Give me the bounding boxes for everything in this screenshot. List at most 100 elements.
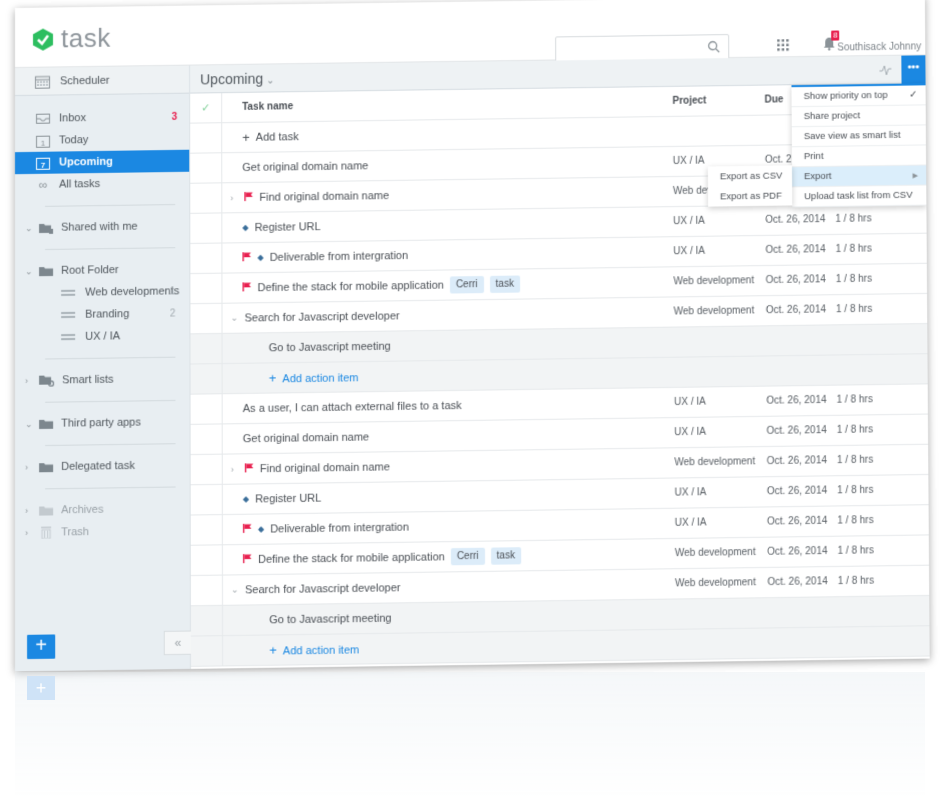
task-name[interactable]: Register URL — [255, 492, 321, 505]
column-task-name[interactable]: Task name — [222, 96, 672, 113]
task-project: Web development — [673, 305, 755, 318]
sidebar-group-delegated[interactable]: › Delegated task — [15, 454, 190, 479]
menu-item-save-smart-list[interactable]: Save view as smart list — [791, 125, 926, 148]
task-name[interactable]: Search for Javascript developer — [245, 310, 400, 324]
menu-item-export-pdf[interactable]: Export as PDF — [708, 185, 792, 206]
view-selector[interactable]: Upcoming ⌄ — [200, 70, 274, 87]
sidebar-group-shared[interactable]: ⌄ Shared with me — [15, 215, 189, 240]
chevron-right-icon[interactable]: › — [230, 193, 238, 203]
task-name[interactable]: Deliverable from intergration — [270, 521, 409, 535]
task-checkbox[interactable] — [190, 515, 223, 545]
task-name[interactable]: Find original domain name — [260, 461, 390, 475]
calendar-7-icon: 7 — [35, 156, 51, 169]
task-name[interactable]: Search for Javascript developer — [245, 582, 400, 596]
more-options-button[interactable]: ••• — [901, 55, 926, 84]
diamond-icon: ◆ — [242, 223, 249, 233]
task-name[interactable]: Define the stack for mobile application — [258, 551, 445, 566]
add-task-label: Add task — [255, 130, 299, 144]
chevron-down-icon[interactable]: ⌄ — [231, 313, 239, 324]
task-checkbox — [190, 636, 224, 666]
archive-folder-icon — [39, 505, 54, 516]
task-name-cell: › Find original domain name — [222, 186, 673, 204]
task-name[interactable]: As a user, I can attach external files t… — [243, 399, 462, 414]
chevron-right-icon[interactable]: › — [231, 464, 239, 474]
add-button[interactable]: + — [27, 634, 56, 660]
task-checkbox[interactable] — [190, 454, 223, 485]
task-due-date: Oct. 26, 2014 — [766, 425, 827, 437]
sidebar-group-smart-lists[interactable]: › Smart lists — [15, 368, 190, 393]
sidebar-item-today[interactable]: 1 Today — [15, 128, 189, 152]
sidebar-scheduler[interactable]: Scheduler — [15, 65, 190, 97]
task-checkbox[interactable] — [190, 575, 223, 606]
activity-icon[interactable] — [879, 64, 891, 76]
logo[interactable]: task — [31, 23, 111, 55]
menu-item-label: Export as PDF — [720, 190, 782, 202]
task-checkbox — [190, 333, 223, 364]
task-checkbox[interactable] — [190, 424, 223, 455]
sidebar-item-all-tasks[interactable]: ∞ All tasks — [15, 172, 189, 196]
check-all-icon[interactable]: ✓ — [190, 93, 223, 123]
task-due-date: Oct. 26, 2014 — [765, 304, 827, 317]
tag-badge[interactable]: Cerri — [449, 275, 484, 294]
task-name-cell: Define the stack for mobile application C… — [223, 545, 675, 568]
collapse-sidebar-button[interactable]: « — [163, 630, 192, 656]
task-name[interactable]: Register URL — [255, 221, 321, 234]
sidebar-project-branding[interactable]: Branding 2 — [15, 302, 189, 327]
task-checkbox[interactable] — [190, 394, 223, 424]
add-action-item-link[interactable]: + Add action item — [269, 369, 359, 385]
menu-item-upload-csv[interactable]: Upload task list from CSV — [792, 185, 927, 208]
task-project: UX / IA — [674, 487, 707, 499]
divider — [45, 204, 176, 207]
sidebar-group-root-folder[interactable]: ⌄ Root Folder — [15, 258, 189, 283]
sidebar-item-upcoming[interactable]: 7 Upcoming — [15, 149, 190, 175]
task-checkbox[interactable] — [190, 303, 223, 334]
task-checkbox — [190, 364, 223, 394]
tag-badge[interactable]: task — [490, 547, 522, 565]
task-name[interactable]: Define the stack for mobile application — [258, 279, 444, 294]
task-checkbox[interactable] — [190, 213, 223, 243]
sidebar-project-web-developments[interactable]: Web developments 1 — [15, 280, 189, 305]
task-checkbox[interactable] — [190, 153, 223, 183]
column-project[interactable]: Project — [672, 95, 764, 106]
task-checkbox[interactable] — [190, 243, 223, 274]
task-checkbox[interactable] — [190, 273, 223, 304]
menu-item-label: Save view as smart list — [803, 129, 901, 143]
apps-grid-icon[interactable] — [777, 39, 789, 51]
task-name[interactable]: Deliverable from intergration — [270, 249, 408, 263]
sidebar-project-ux-ia[interactable]: UX / IA — [15, 324, 189, 349]
project-label: Branding — [85, 308, 130, 321]
task-due-date: Oct. 26, 2014 — [766, 455, 827, 468]
sidebar-group-third-party[interactable]: ⌄ Third party apps — [15, 411, 190, 436]
flag-icon — [241, 281, 251, 294]
task-name-cell: ⌄ Search for Javascript developer — [223, 578, 675, 596]
sidebar-group-trash[interactable]: › Trash — [15, 520, 190, 545]
task-name[interactable]: Find original domain name — [259, 190, 389, 204]
task-effort — [838, 641, 898, 642]
menu-item-label: Export — [804, 170, 832, 183]
sidebar-item-inbox[interactable]: Inbox 3 — [15, 106, 189, 130]
task-checkbox[interactable] — [190, 183, 223, 213]
add-task-link[interactable]: + Add task — [222, 124, 672, 145]
sidebar-group-archives[interactable]: › Archives — [15, 497, 190, 522]
menu-item-show-priority[interactable]: Show priority on top ✓ — [791, 85, 926, 108]
tag-badge[interactable]: Cerri — [450, 547, 485, 566]
task-name[interactable]: Go to Javascript meeting — [269, 340, 391, 354]
tag-badge[interactable]: task — [489, 275, 521, 293]
task-effort: 1 / 8 hrs — [835, 213, 872, 225]
task-project: UX / IA — [674, 517, 707, 529]
shared-folder-icon — [39, 223, 53, 233]
task-checkbox[interactable] — [190, 545, 223, 576]
task-name[interactable]: Get original domain name — [242, 160, 368, 174]
menu-item-label: Show priority on top — [803, 89, 888, 103]
project-count: 1 — [169, 285, 176, 297]
chevron-down-icon[interactable]: ⌄ — [231, 584, 239, 595]
task-name[interactable]: Go to Javascript meeting — [269, 612, 391, 626]
task-checkbox[interactable] — [190, 484, 223, 515]
menu-item-print[interactable]: Print — [791, 145, 927, 168]
menu-item-share-project[interactable]: Share project — [791, 105, 926, 128]
add-action-item-link[interactable]: + Add action item — [269, 641, 359, 657]
notification-badge: 8 — [831, 30, 840, 41]
menu-item-export[interactable]: Export ▶ — [791, 165, 927, 188]
task-name[interactable]: Get original domain name — [243, 431, 369, 445]
menu-item-export-csv[interactable]: Export as CSV — [708, 165, 792, 186]
